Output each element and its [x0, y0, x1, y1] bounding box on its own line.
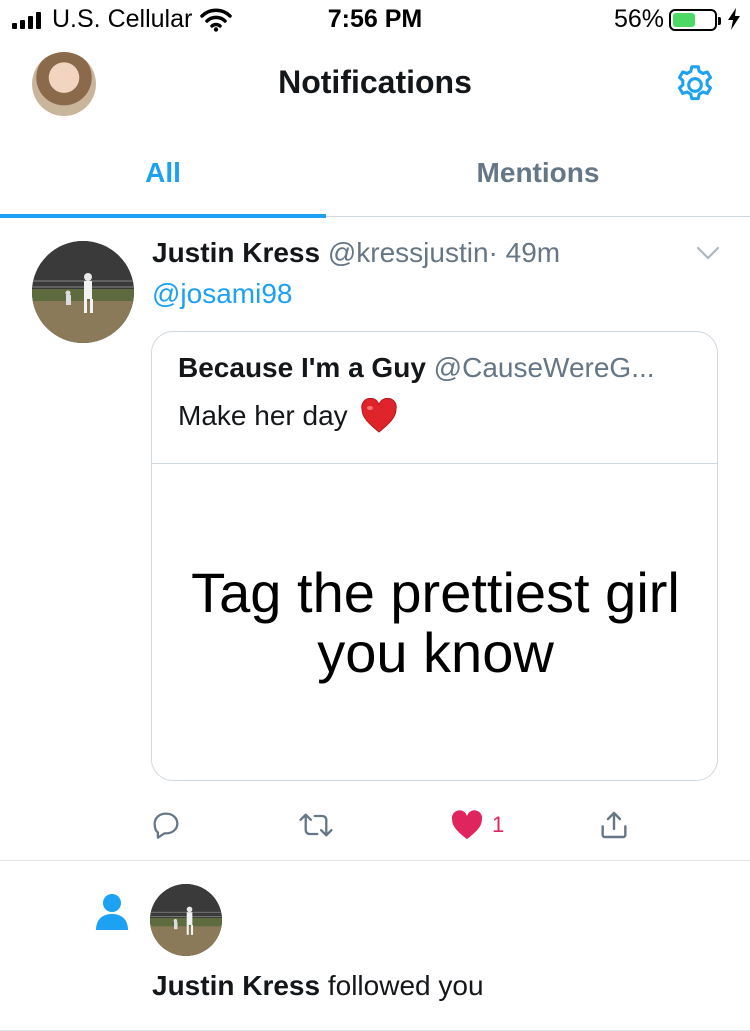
author-name[interactable]: Justin Kress: [152, 237, 320, 268]
like-button[interactable]: 1: [450, 803, 504, 847]
tweet-actions: 1: [150, 803, 670, 847]
reply-icon: [153, 812, 179, 839]
charging-bolt-icon: [728, 8, 740, 30]
tweet-author-line: Justin Kress @kressjustin· 49m: [152, 237, 560, 269]
separator-dot: ·: [488, 237, 498, 268]
app-header: Notifications: [0, 40, 750, 130]
person-icon: [96, 894, 128, 930]
retweet-icon: [299, 813, 333, 837]
follow-action: followed you: [327, 970, 484, 1001]
status-bar: U.S. Cellular 7:56 PM 56%: [0, 0, 750, 40]
like-count: 1: [492, 812, 505, 837]
author-handle[interactable]: @kressjustin: [328, 237, 489, 268]
battery-icon: [669, 9, 721, 31]
quoted-image[interactable]: Tag the prettiest girl you know: [152, 464, 717, 780]
share-icon: [601, 811, 627, 839]
quote-text: Make her day: [178, 398, 398, 434]
tweet-notification[interactable]: Justin Kress @kressjustin· 49m @josami98…: [0, 217, 750, 861]
follow-text: Justin Kress followed you: [152, 970, 484, 1002]
retweet-button[interactable]: [298, 803, 334, 847]
battery-level: [673, 13, 696, 27]
tweet-mention-link[interactable]: @josami98: [152, 278, 292, 310]
image-text: Tag the prettiest girl you know: [191, 563, 680, 683]
quote-author-name: Because I'm a Guy: [178, 352, 426, 383]
heart-emoji-icon: [360, 398, 397, 433]
image-text-line-1: Tag the prettiest girl: [191, 561, 680, 624]
battery-percent: 56%: [613, 5, 664, 33]
page-title: Notifications: [278, 64, 472, 100]
avatar[interactable]: [32, 241, 134, 343]
reply-button[interactable]: [150, 803, 182, 847]
chevron-down-icon[interactable]: [696, 245, 720, 261]
tab-all[interactable]: All: [0, 130, 326, 218]
notification-tabs: All Mentions: [0, 130, 750, 218]
follower-avatar[interactable]: [150, 884, 222, 956]
quote-author-line: Because I'm a Guy @CauseWereG...: [178, 352, 655, 384]
tweet-time: 49m: [505, 237, 561, 268]
quote-body: Make her day: [178, 400, 348, 431]
share-button[interactable]: [598, 803, 630, 847]
quoted-tweet[interactable]: Because I'm a Guy @CauseWereG... Make he…: [151, 331, 718, 781]
heart-icon: [451, 810, 483, 840]
quote-author-handle: @CauseWereG...: [433, 352, 655, 383]
tab-mentions[interactable]: Mentions: [326, 130, 750, 216]
follow-notification[interactable]: Justin Kress followed you: [0, 862, 750, 1031]
gear-icon[interactable]: [672, 62, 718, 108]
follower-name[interactable]: Justin Kress: [152, 970, 320, 1001]
image-text-line-2: you know: [317, 621, 554, 684]
